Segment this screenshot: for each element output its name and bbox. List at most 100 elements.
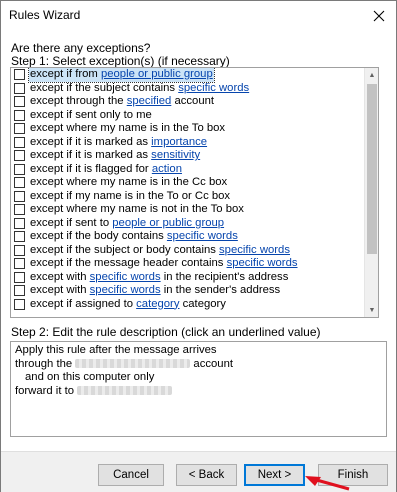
exception-value-link[interactable]: people or public group xyxy=(101,68,213,80)
exception-checkbox[interactable] xyxy=(14,96,25,107)
exception-row[interactable]: except if the message header contains sp… xyxy=(11,257,365,271)
exception-row[interactable]: except with specific words in the recipi… xyxy=(11,271,365,285)
exception-text-suffix: category xyxy=(179,297,226,310)
exception-text: except if it is flagged for xyxy=(30,162,152,175)
exception-row[interactable]: except if from people or public group xyxy=(11,68,365,83)
exception-text: except if my name is in the To or Cc box xyxy=(30,189,231,202)
exception-checkbox[interactable] xyxy=(14,285,25,296)
exception-checkbox[interactable] xyxy=(14,109,25,121)
scroll-down-arrow-icon[interactable]: ▼ xyxy=(365,303,378,317)
exception-value-link[interactable]: importance xyxy=(151,136,207,148)
list-scrollbar[interactable]: ▲ ▼ xyxy=(364,68,378,317)
exception-label: except if the message header contains sp… xyxy=(29,257,299,271)
exception-checkbox[interactable] xyxy=(14,298,25,310)
exception-text-suffix: in the recipient's address xyxy=(160,270,289,283)
exception-checkbox[interactable] xyxy=(14,123,25,134)
exception-label: except if sent to people or public group xyxy=(29,217,225,231)
exception-text: except if from xyxy=(30,68,101,80)
exception-row[interactable]: except where my name is not in the To bo… xyxy=(11,203,365,217)
close-button[interactable] xyxy=(362,1,396,31)
exception-value-link[interactable]: sensitivity xyxy=(151,149,200,161)
exception-value-link[interactable]: category xyxy=(136,298,179,310)
exceptions-list[interactable]: except if from people or public group exc… xyxy=(10,67,379,318)
exception-row[interactable]: except if sent to people or public group xyxy=(11,217,365,231)
exception-row[interactable]: except where my name is in the To box xyxy=(11,122,365,136)
cancel-button[interactable]: Cancel xyxy=(98,464,164,486)
scroll-thumb[interactable] xyxy=(367,84,377,254)
exception-text: except if the message header contains xyxy=(30,257,227,269)
exception-row[interactable]: except if it is marked as importance xyxy=(11,136,365,150)
exception-label: except if it is marked as importance xyxy=(29,136,208,150)
exception-checkbox[interactable] xyxy=(14,82,25,94)
exception-value-link[interactable]: specific words xyxy=(167,230,238,242)
exception-text: except if it is marked as xyxy=(30,149,152,161)
exception-row[interactable]: except with specific words in the sender… xyxy=(11,284,365,298)
exception-label: except through the specified account xyxy=(29,95,215,109)
exception-text-suffix: in the sender's address xyxy=(160,284,281,296)
exception-value-link[interactable]: specific words xyxy=(219,244,290,256)
exception-label: except if it is flagged for action xyxy=(29,163,183,177)
exception-row[interactable]: except if it is flagged for action xyxy=(11,163,365,177)
exception-text: except if sent to xyxy=(30,216,113,229)
exception-checkbox[interactable] xyxy=(14,204,25,215)
exception-row[interactable]: except if the subject or body contains s… xyxy=(11,244,365,258)
exception-checkbox[interactable] xyxy=(14,163,25,175)
exception-value-link[interactable]: action xyxy=(152,163,182,175)
exception-text: except if the subject or body contains xyxy=(30,243,220,256)
exception-value-link[interactable]: people or public group xyxy=(112,217,224,229)
scroll-up-arrow-icon[interactable]: ▲ xyxy=(365,68,378,82)
exception-checkbox[interactable] xyxy=(14,150,25,161)
rules-wizard-dialog: Rules Wizard Are there any exceptions? S… xyxy=(0,0,397,492)
exception-text: except if it is marked as xyxy=(30,135,152,148)
exceptions-list-items: except if from people or public group exc… xyxy=(11,68,365,311)
exception-value-link[interactable]: specific words xyxy=(178,82,249,94)
desc-line-4-pre: forward it to xyxy=(15,384,78,397)
desc-line-3: and on this computer only xyxy=(25,371,155,384)
exception-row[interactable]: except where my name is in the Cc box xyxy=(11,176,365,190)
exception-checkbox[interactable] xyxy=(14,271,25,283)
exception-text: except where my name is not in the To bo… xyxy=(30,203,244,215)
back-button[interactable]: < Back xyxy=(176,464,237,486)
exception-label: except if it is marked as sensitivity xyxy=(29,149,201,163)
exception-checkbox[interactable] xyxy=(14,217,25,229)
exception-text: except through the xyxy=(30,95,127,107)
exception-label: except if sent only to me xyxy=(29,109,153,123)
desc-line-2-pre: through the xyxy=(15,357,76,370)
exception-value-link[interactable]: specific words xyxy=(227,257,298,269)
exception-checkbox[interactable] xyxy=(14,258,25,269)
exception-checkbox[interactable] xyxy=(14,69,25,80)
redacted-recipient[interactable] xyxy=(77,386,173,396)
exception-text: except with xyxy=(30,270,90,283)
exception-row[interactable]: except if assigned to category category xyxy=(11,298,365,312)
exception-row[interactable]: except through the specified account xyxy=(11,95,365,109)
exception-text: except if the subject contains xyxy=(30,81,179,94)
redacted-account[interactable] xyxy=(75,359,191,369)
exception-row[interactable]: except if sent only to me xyxy=(11,109,365,123)
desc-line-1: Apply this rule after the message arrive… xyxy=(15,344,217,356)
exception-label: except where my name is not in the To bo… xyxy=(29,203,245,217)
exception-label: except if the body contains specific wor… xyxy=(29,230,239,244)
exception-text: except if assigned to xyxy=(30,297,137,310)
exception-label: except if from people or public group xyxy=(28,68,215,83)
exception-label: except if assigned to category category xyxy=(29,298,227,312)
exception-value-link[interactable]: specific words xyxy=(90,271,161,283)
window-title: Rules Wizard xyxy=(9,8,81,22)
exception-row[interactable]: except if the subject contains specific … xyxy=(11,82,365,96)
exception-row[interactable]: except if it is marked as sensitivity xyxy=(11,149,365,163)
exception-value-link[interactable]: specified xyxy=(127,95,172,107)
exception-text: except with xyxy=(30,284,90,296)
exception-value-link[interactable]: specific words xyxy=(90,284,161,296)
exception-text-suffix: account xyxy=(171,95,215,107)
exception-checkbox[interactable] xyxy=(14,136,25,148)
exception-checkbox[interactable] xyxy=(14,231,25,242)
desc-line-2: through the account xyxy=(15,358,382,372)
exception-row[interactable]: except if the body contains specific wor… xyxy=(11,230,365,244)
exception-checkbox[interactable] xyxy=(14,190,25,202)
exception-row[interactable]: except if my name is in the To or Cc box xyxy=(11,190,365,204)
exception-checkbox[interactable] xyxy=(14,177,25,188)
exception-checkbox[interactable] xyxy=(14,244,25,256)
step2-label: Step 2: Edit the rule description (click… xyxy=(11,325,321,339)
exception-text: except where my name is in the To box xyxy=(30,122,226,134)
desc-line-2-post: account xyxy=(190,357,234,370)
step1-label: Step 1: Select exception(s) (if necessar… xyxy=(11,54,230,68)
